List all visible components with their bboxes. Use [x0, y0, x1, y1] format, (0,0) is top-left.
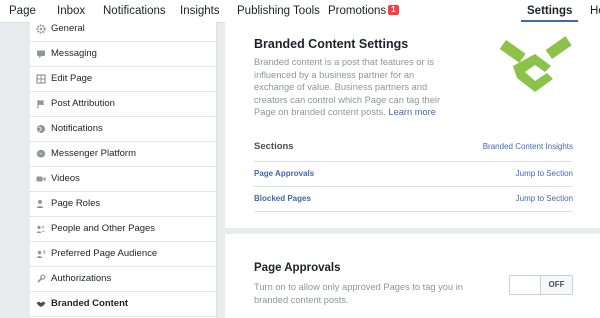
sidebar-item-label: Page Roles: [51, 198, 101, 209]
page-approvals-panel: Page Approvals Turn on to allow only app…: [225, 234, 600, 318]
page-approvals-description: Turn on to allow only approved Pages to …: [254, 282, 463, 305]
jump-to-section-link[interactable]: Jump to Section: [516, 169, 573, 178]
tab-promotions-label: Promotions: [328, 5, 387, 17]
sidebar-item-authorizations[interactable]: Authorizations: [30, 267, 216, 292]
tab-help[interactable]: He: [590, 0, 600, 22]
section-blocked-pages[interactable]: Blocked Pages: [254, 194, 311, 203]
settings-sidebar: General Messaging Edit Page Post Attribu…: [30, 22, 217, 318]
sidebar-item-preferred-page-audience[interactable]: Preferred Page Audience: [30, 242, 216, 267]
sidebar-item-post-attribution[interactable]: Post Attribution: [30, 92, 216, 117]
audience-icon: [36, 250, 46, 258]
sections-heading: Sections: [254, 141, 294, 152]
gear-icon: [36, 24, 46, 34]
branded-content-settings-panel: Branded Content Settings Branded content…: [225, 22, 600, 228]
page-approvals-title: Page Approvals: [254, 262, 341, 274]
sidebar-item-edit-page[interactable]: Edit Page: [30, 67, 216, 92]
section-page-approvals[interactable]: Page Approvals: [254, 169, 314, 178]
notification-badge: 1: [388, 5, 399, 15]
sidebar-item-label: Notifications: [51, 123, 103, 134]
sidebar-item-label: Messenger Platform: [51, 148, 137, 159]
flag-icon: [37, 100, 45, 109]
sidebar-item-label: People and Other Pages: [51, 223, 156, 234]
page-approvals-toggle[interactable]: OFF: [509, 275, 573, 295]
sidebar-item-people-and-other-pages[interactable]: People and Other Pages: [30, 217, 216, 242]
divider: [254, 211, 573, 212]
sidebar-item-label: General: [51, 23, 85, 34]
sidebar-item-label: Videos: [51, 173, 80, 184]
tab-publishing-tools[interactable]: Publishing Tools: [237, 0, 320, 22]
globe-icon: [37, 125, 45, 133]
sidebar-item-label: Post Attribution: [51, 98, 115, 109]
sidebar-item-messenger-platform[interactable]: Messenger Platform: [30, 142, 216, 167]
page-title: Branded Content Settings: [254, 37, 409, 51]
sidebar-item-general[interactable]: General: [30, 17, 216, 42]
branded-content-insights-link[interactable]: Branded Content Insights: [483, 142, 573, 151]
chat-icon: [37, 50, 45, 59]
divider: [254, 161, 573, 162]
toggle-knob: [510, 276, 542, 294]
sidebar-item-messaging[interactable]: Messaging: [30, 42, 216, 67]
sidebar-item-branded-content[interactable]: Branded Content: [30, 292, 216, 317]
sidebar-item-label: Branded Content: [51, 298, 129, 309]
tab-settings[interactable]: Settings: [527, 0, 572, 22]
tab-promotions[interactable]: Promotions 1: [328, 0, 399, 22]
sidebar-item-label: Edit Page: [51, 73, 93, 84]
sidebar-item-label: Preferred Page Audience: [51, 248, 158, 259]
sidebar-item-videos[interactable]: Videos: [30, 167, 216, 192]
wrench-icon: [37, 274, 46, 283]
sidebar-item-notifications[interactable]: Notifications: [30, 117, 216, 142]
sidebar-item-label: Messaging: [51, 48, 97, 59]
toggle-state-label: OFF: [540, 276, 572, 294]
people-icon: [36, 225, 46, 233]
handshake-icon: [36, 301, 46, 307]
divider: [254, 186, 573, 187]
sidebar-item-page-roles[interactable]: Page Roles: [30, 192, 216, 217]
grid-icon: [36, 74, 46, 84]
sidebar-item-label: Authorizations: [51, 273, 112, 284]
jump-to-section-link[interactable]: Jump to Section: [516, 194, 573, 203]
person-icon: [36, 200, 44, 208]
learn-more-link[interactable]: Learn more: [388, 107, 436, 117]
messenger-icon: [36, 149, 46, 158]
video-icon: [36, 176, 46, 182]
branded-content-description: Branded content is a post that features …: [254, 56, 444, 119]
handshake-logo-icon: [499, 36, 572, 92]
